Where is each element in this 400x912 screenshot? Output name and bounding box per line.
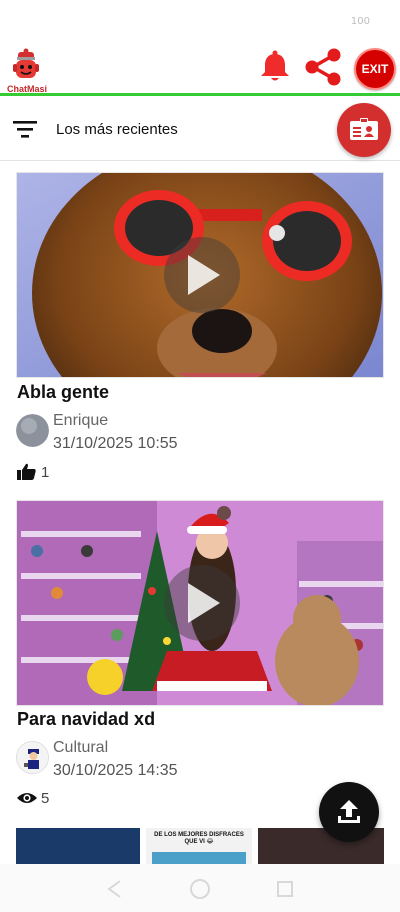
avatar-image xyxy=(16,414,49,447)
share-icon xyxy=(305,48,341,86)
thumbs-up-icon xyxy=(17,463,36,480)
feed-toolbar: Los más recientes xyxy=(0,99,400,161)
eye-icon xyxy=(17,793,37,803)
avatar-image xyxy=(17,742,48,773)
author-name[interactable]: Enrique xyxy=(53,412,108,430)
post-title: Abla gente xyxy=(17,382,110,402)
post-card[interactable]: Abla gente Enrique 31/10/2025 10:55 1 xyxy=(16,172,384,481)
chatmasi-logo[interactable]: ChatMasi xyxy=(4,46,48,94)
sort-label: Los más recientes xyxy=(56,121,178,138)
mascot-icon xyxy=(13,48,39,78)
video-thumbnail[interactable] xyxy=(16,172,384,378)
logo-text: ChatMasi xyxy=(6,84,47,94)
nav-back-button[interactable] xyxy=(104,878,126,900)
views-indicator xyxy=(17,789,37,807)
thumbnail-caption: DE LOS MEJORES DISFRACES QUE VI 😂 xyxy=(154,832,244,845)
post-card[interactable]: Para navidad xd Cultural 30/10/2025 14:3… xyxy=(16,500,384,807)
play-button[interactable] xyxy=(164,237,240,313)
author-avatar[interactable] xyxy=(16,741,49,774)
system-nav-bar xyxy=(0,864,400,912)
profile-card-button[interactable] xyxy=(337,103,391,157)
filter-icon xyxy=(13,121,37,138)
notifications-button[interactable] xyxy=(254,46,296,88)
post-date: 30/10/2025 14:35 xyxy=(53,762,178,779)
play-icon xyxy=(188,583,220,623)
view-count: 5 xyxy=(41,790,50,807)
home-icon xyxy=(190,879,210,899)
video-thumbnail[interactable] xyxy=(16,500,384,706)
post-title: Para navidad xd xyxy=(17,709,156,729)
exit-icon: EXIT xyxy=(361,62,389,76)
status-bar: 100 xyxy=(0,0,400,40)
author-name[interactable]: Cultural xyxy=(53,739,108,757)
author-avatar[interactable] xyxy=(16,414,49,447)
share-button[interactable] xyxy=(302,46,344,88)
exit-button[interactable]: EXIT xyxy=(354,48,396,90)
recents-icon xyxy=(277,881,293,897)
post-date: 31/10/2025 10:55 xyxy=(53,435,178,452)
upload-icon xyxy=(338,800,360,823)
like-button[interactable] xyxy=(17,463,37,481)
nav-home-button[interactable] xyxy=(189,878,211,900)
sort-button[interactable] xyxy=(12,117,38,141)
like-count: 1 xyxy=(41,464,50,481)
play-button[interactable] xyxy=(164,565,240,641)
play-icon xyxy=(188,255,220,295)
back-icon xyxy=(107,880,121,898)
app-header: ChatMasi EXIT xyxy=(0,40,400,96)
nav-recents-button[interactable] xyxy=(274,878,296,900)
battery-level: 100 xyxy=(350,16,370,27)
bell-icon xyxy=(261,50,289,81)
upload-button[interactable] xyxy=(319,782,379,842)
id-card-icon xyxy=(350,118,378,140)
